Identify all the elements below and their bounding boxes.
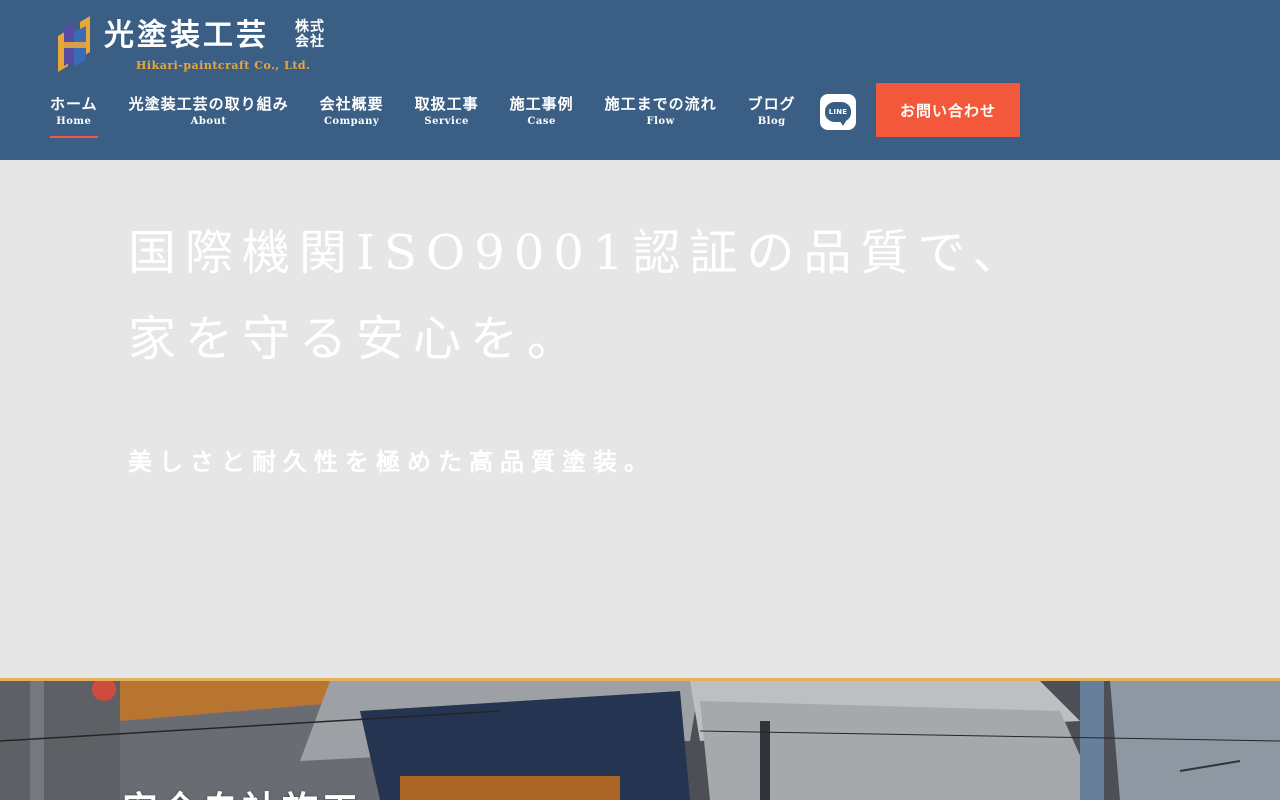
nav-item-company[interactable]: 会社概要 Company [320, 94, 384, 140]
contact-button[interactable]: お問い合わせ [876, 83, 1020, 137]
main-nav: ホーム Home 光塗装工芸の取り組み About 会社概要 Company 取… [50, 94, 827, 140]
nav-label-en: Service [424, 116, 469, 127]
logo-mark-icon [58, 16, 90, 72]
hero-title-line2: 家を守る安心を。 [128, 311, 585, 367]
logo-corp-line1: 株式 [295, 19, 325, 35]
hero-section: 国際機関ISO9001認証の品質で、 家を守る安心を。 美しさと耐久性を極めた高… [0, 160, 1280, 678]
nav-item-about[interactable]: 光塗装工芸の取り組み About [129, 94, 289, 140]
logo-corp-line2: 会社 [295, 34, 325, 50]
line-icon-label: LINE [828, 108, 848, 116]
nav-label-en: Case [527, 116, 556, 127]
line-button[interactable]: LINE [820, 94, 856, 130]
line-icon: LINE [825, 102, 851, 126]
logo-corporation-mark: 株式 会社 [295, 20, 329, 50]
nav-label-en: Home [56, 116, 92, 127]
nav-label-ja: 会社概要 [319, 95, 384, 113]
nav-label-ja: ブログ [747, 95, 796, 113]
nav-item-blog[interactable]: ブログ Blog [748, 94, 796, 140]
logo-company-name: 光塗装工芸 [104, 18, 269, 53]
hero-subtitle: 美しさと耐久性を極めた高品質塗装。 [128, 447, 655, 476]
hero-title: 国際機関ISO9001認証の品質で、 家を守る安心を。 [128, 210, 1029, 382]
case-section-title: 安全自社施工 [122, 781, 362, 800]
nav-label-en: Flow [646, 116, 675, 127]
nav-label-ja: 取扱工事 [414, 95, 479, 113]
hero-title-line1: 国際機関ISO9001認証の品質で、 [128, 225, 1030, 281]
nav-label-ja: 施工事例 [509, 95, 574, 113]
nav-item-flow[interactable]: 施工までの流れ Flow [605, 94, 717, 140]
nav-label-ja: 施工までの流れ [604, 95, 717, 113]
nav-label-en: About [190, 116, 227, 127]
nav-label-ja: 光塗装工芸の取り組み [128, 95, 289, 113]
nav-label-ja: ホーム [50, 95, 98, 113]
nav-label-en: Blog [757, 116, 786, 127]
nav-label-en: Company [323, 116, 380, 127]
nav-item-case[interactable]: 施工事例 Case [510, 94, 574, 140]
case-section: 安全自社施工 [0, 681, 1280, 800]
site-logo[interactable]: 光塗装工芸 株式 会社 Hikari-paintcraft Co., Ltd. [52, 14, 342, 76]
nav-item-home[interactable]: ホーム Home [50, 94, 98, 140]
logo-english-name: Hikari-paintcraft Co., Ltd. [136, 59, 311, 72]
site-header: 光塗装工芸 株式 会社 Hikari-paintcraft Co., Ltd. … [0, 0, 1280, 160]
nav-item-service[interactable]: 取扱工事 Service [415, 94, 479, 140]
